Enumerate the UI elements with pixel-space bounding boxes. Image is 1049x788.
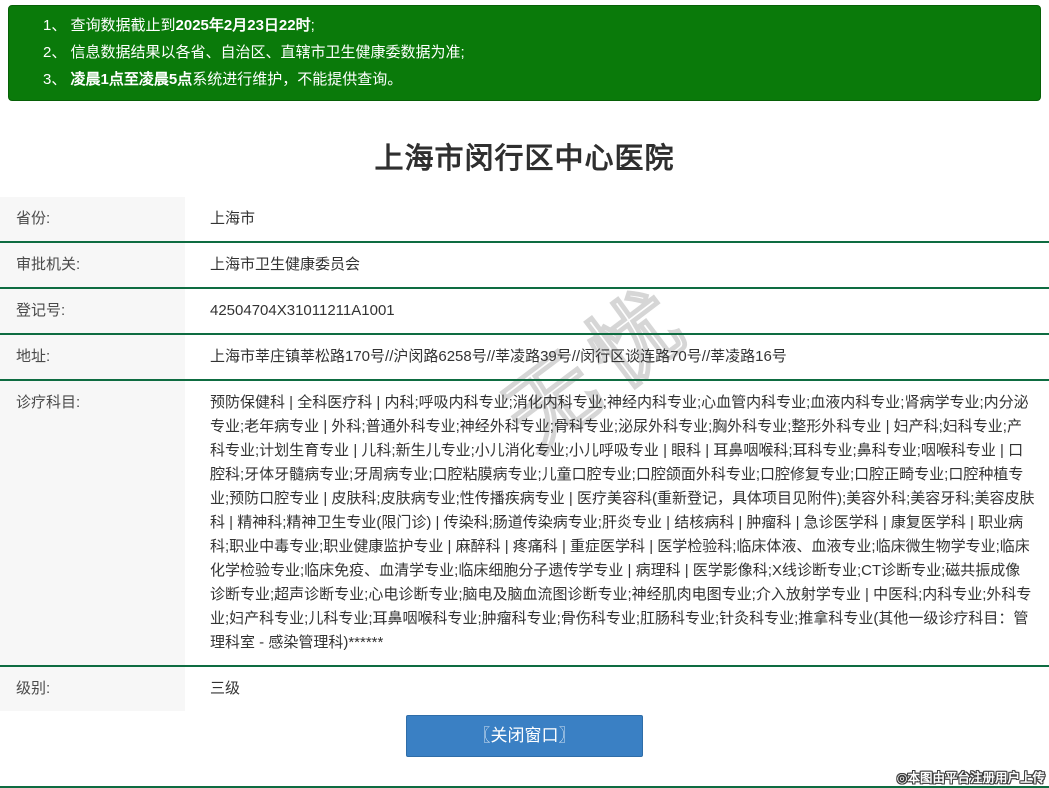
row-label: 级别: — [0, 667, 185, 711]
notice-line-1: 1、 查询数据截止到2025年2月23日22时; — [43, 17, 315, 34]
row-label: 登记号: — [0, 289, 185, 333]
row-value: 三级 — [210, 680, 241, 697]
row-value: 42504704X31011211A1001 — [210, 302, 395, 319]
row-label: 审批机关: — [0, 243, 185, 287]
notice-line-3: 3、 凌晨1点至凌晨5点系统进行维护，不能提供查询。 — [43, 71, 403, 88]
info-row-province: 省份: 上海市 — [0, 197, 1049, 243]
close-window-button[interactable]: 〖关闭窗口〗 — [406, 715, 643, 757]
button-row: 〖关闭窗口〗 — [0, 715, 1049, 757]
row-value: 上海市卫生健康委员会 — [210, 256, 361, 273]
row-label: 地址: — [0, 335, 185, 379]
notice-banner: 1、 查询数据截止到2025年2月23日22时; 2、 信息数据结果以各省、自治… — [8, 5, 1041, 101]
footer-credit-watermark: ◎本图由平台注册用户上传 — [896, 771, 1045, 785]
row-value: 预防保健科 | 全科医疗科 | 内科;呼吸内科专业;消化内科专业;神经内科专业;… — [210, 394, 1035, 651]
row-value: 上海市莘庄镇莘松路170号//沪闵路6258号//莘凌路39号//闵行区谈连路7… — [210, 348, 787, 365]
info-row-address: 地址: 上海市莘庄镇莘松路170号//沪闵路6258号//莘凌路39号//闵行区… — [0, 335, 1049, 381]
notice-line-2: 2、 信息数据结果以各省、自治区、直辖市卫生健康委数据为准; — [43, 44, 465, 61]
info-row-level: 级别: 三级 — [0, 667, 1049, 711]
row-value: 上海市 — [210, 210, 256, 227]
row-label: 诊疗科目: — [0, 381, 185, 665]
info-row-approval-authority: 审批机关: 上海市卫生健康委员会 — [0, 243, 1049, 289]
page-title: 上海市闵行区中心医院 — [374, 143, 675, 175]
info-row-registration-number: 登记号: 42504704X31011211A1001 — [0, 289, 1049, 335]
hospital-info-table: 省份: 上海市 审批机关: 上海市卫生健康委员会 登记号: 42504704X3… — [0, 197, 1049, 711]
info-row-departments: 诊疗科目: 预防保健科 | 全科医疗科 | 内科;呼吸内科专业;消化内科专业;神… — [0, 381, 1049, 667]
row-label: 省份: — [0, 197, 185, 241]
